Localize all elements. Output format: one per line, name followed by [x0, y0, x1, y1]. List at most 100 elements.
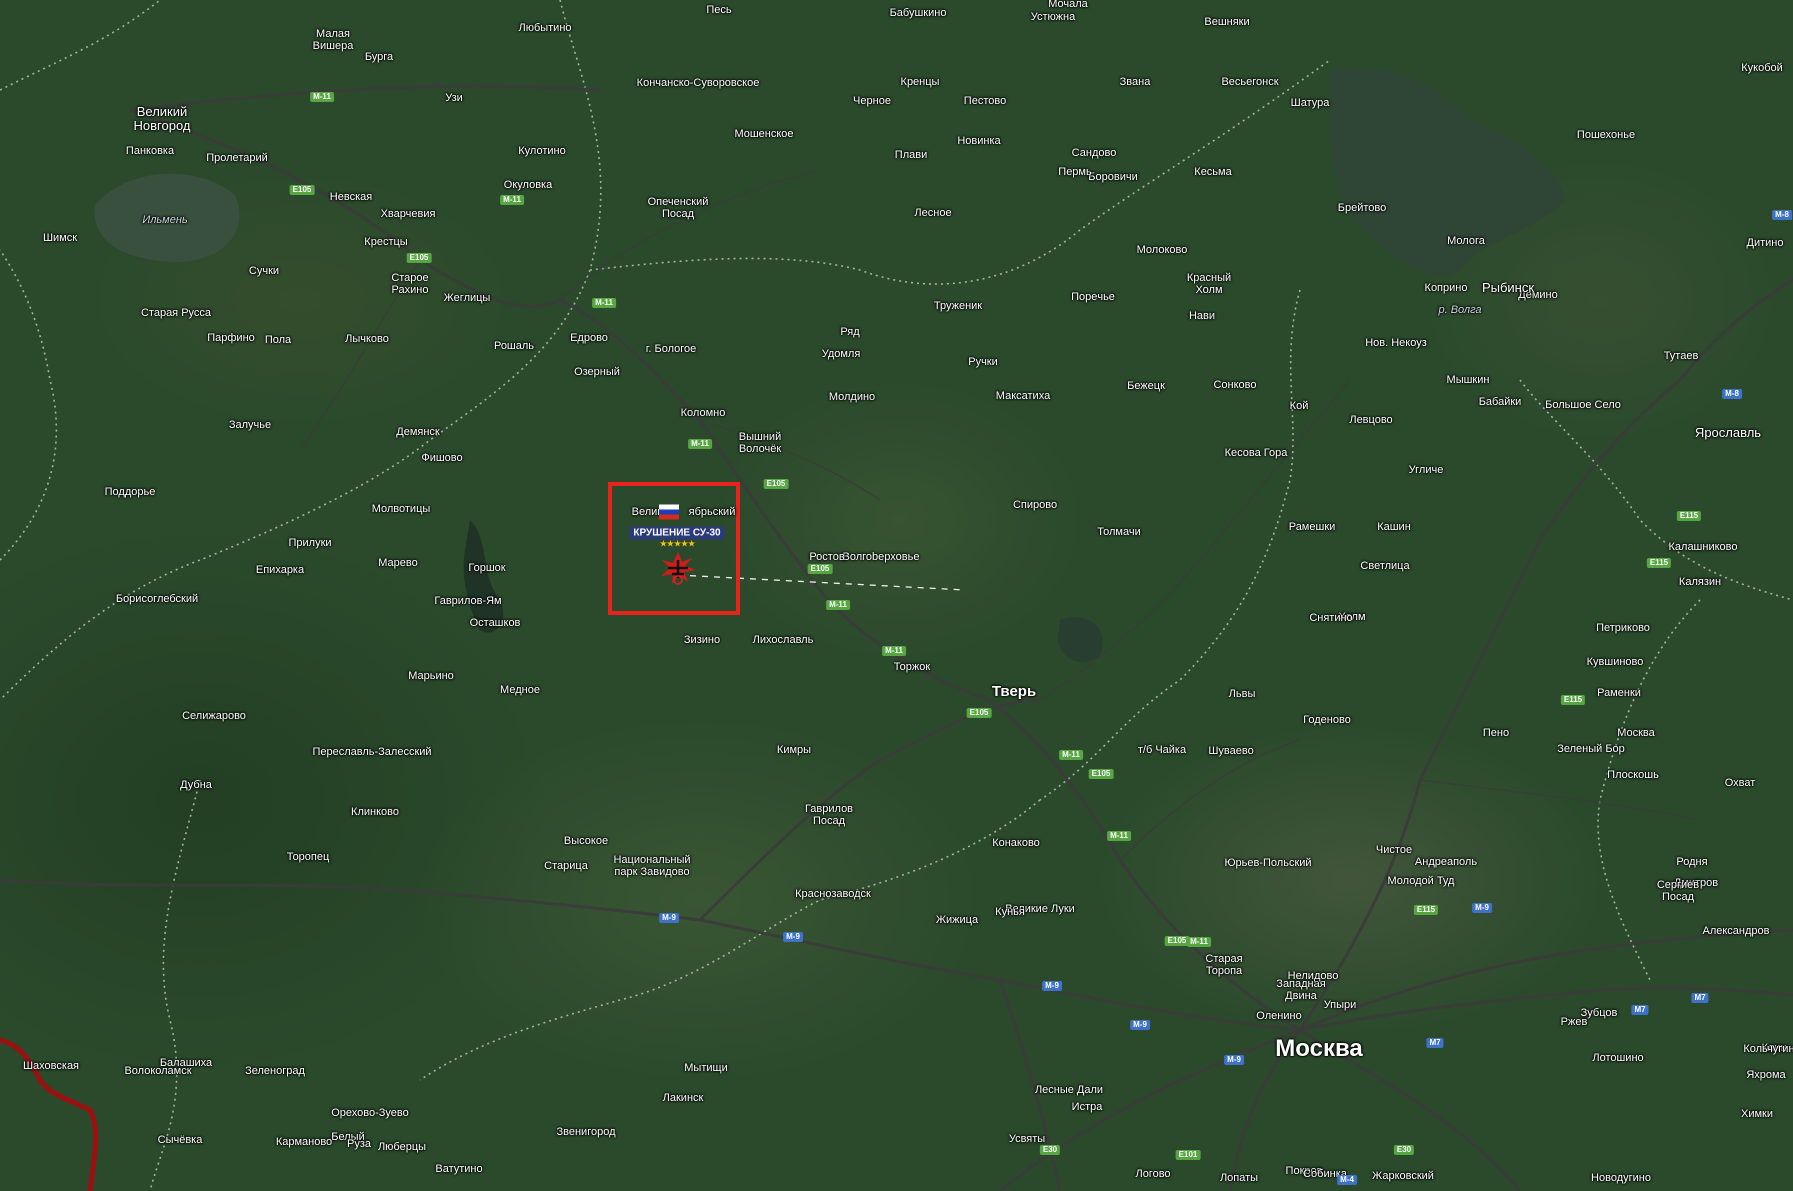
place-label: Лычково — [345, 333, 389, 345]
road-shield: M-8 — [1772, 210, 1792, 220]
place-label: Гаврилов Посад — [804, 803, 854, 827]
place-label: Марево — [378, 557, 418, 569]
place-label: Хварчевия — [380, 208, 436, 220]
place-label: Кончанско-Суворовское — [636, 77, 760, 89]
aircraft-crash-icon[interactable] — [658, 550, 698, 586]
place-label: Конаково — [992, 837, 1040, 849]
place-label: Дитино — [1746, 237, 1784, 249]
road-shield: E30 — [1393, 1145, 1415, 1155]
place-label: Усвяты — [1008, 1133, 1046, 1145]
place-label: Большое Село — [1545, 399, 1621, 411]
place-label: Кувшиново — [1586, 656, 1644, 668]
place-label: Упыри — [1323, 999, 1357, 1011]
place-label: Пестово — [963, 95, 1007, 107]
place-label: Торопец — [286, 851, 330, 863]
road-shield: E115 — [1676, 511, 1702, 521]
water-label: р. Волга — [1438, 304, 1482, 316]
place-label: Звенигород — [556, 1126, 616, 1138]
lake-near-kimry — [1058, 617, 1103, 663]
place-label: Мытищи — [684, 1062, 728, 1074]
place-label: Труженик — [933, 300, 983, 312]
incident-rating-stars: ★★★★★ — [659, 538, 695, 549]
place-label: Песь — [706, 4, 732, 16]
place-label: Кимры — [776, 744, 812, 756]
place-label: Бежецк — [1127, 380, 1165, 392]
place-label: Сучки — [248, 265, 280, 277]
place-label: Толмачи — [1097, 526, 1141, 538]
place-label: Сандово — [1071, 147, 1117, 159]
place-label: Зизино — [683, 634, 721, 646]
place-label: Бабайки — [1478, 396, 1522, 408]
place-label: Старое Рахино — [391, 272, 429, 296]
place-label: Сычёвка — [157, 1134, 203, 1146]
place-label: Жижица — [935, 914, 979, 926]
place-label: Юрьев-Польский — [1224, 857, 1312, 869]
place-label: Осташков — [469, 617, 521, 629]
road-shield: M-11 — [500, 195, 524, 205]
place-label: Раменки — [1597, 687, 1641, 699]
place-label: Молвотицы — [371, 503, 431, 515]
place-label: Брейтово — [1337, 202, 1387, 214]
road-shield: M-11 — [882, 646, 906, 656]
place-label: Порeчье — [1071, 291, 1115, 303]
incident-place-label-right: ябрьский — [688, 506, 736, 518]
place-label: Дубна — [180, 779, 212, 791]
place-label: Коломно — [680, 407, 726, 419]
place-label: Удомля — [821, 348, 861, 360]
place-label: Национальный парк Завидово — [613, 854, 691, 878]
place-label: Прилуки — [288, 537, 332, 549]
place-label: Лихославль — [752, 634, 814, 646]
place-label: Мочала — [1048, 0, 1088, 10]
road-shield: E105 — [289, 185, 315, 195]
place-label: Пошехонье — [1576, 129, 1636, 141]
place-label: Парфино — [207, 332, 255, 344]
road-shield: E105 — [1164, 936, 1190, 946]
road-shield: M-11 — [1187, 937, 1211, 947]
map-terrain — [0, 0, 1793, 1191]
satellite-map[interactable]: Малая Вишера Любытино Песь Бабушкино Мочала Ус… — [0, 0, 1793, 1191]
place-label: Крестцы — [364, 236, 408, 248]
place-label: Торжок — [893, 661, 931, 673]
place-label: Едрово — [570, 332, 608, 344]
place-label: Жеглицы — [443, 292, 491, 304]
road-shield: M-11 — [688, 439, 712, 449]
russian-flag-icon — [659, 504, 679, 520]
place-label: Звана — [1119, 76, 1151, 88]
road-shield: M-9 — [659, 913, 679, 923]
place-label: Львы — [1228, 688, 1256, 700]
place-label: Демянск — [396, 426, 440, 438]
place-label: Нелидово — [1287, 970, 1339, 982]
place-label: Молоково — [1136, 244, 1188, 256]
place-label: Окуловка — [503, 179, 553, 191]
place-label: Молдино — [828, 391, 876, 403]
road-shield: E105 — [406, 253, 432, 263]
place-label: Калашниково — [1668, 541, 1738, 553]
place-label: Поддорье — [104, 486, 156, 498]
place-label: Химки — [1740, 1108, 1774, 1120]
place-label: Зубцов — [1580, 1007, 1618, 1019]
road-shield: E105 — [807, 564, 833, 574]
place-label: Опеченский Посад — [647, 196, 709, 220]
place-label: Пермь — [1058, 166, 1092, 178]
road-shield: M7 — [1691, 993, 1709, 1003]
place-label: Молодой Туд — [1387, 875, 1455, 887]
place-label: Шатура — [1290, 97, 1330, 109]
place-label: Новинка — [957, 135, 1001, 147]
place-label: Панковка — [125, 145, 175, 157]
place-label: Кашин — [1377, 521, 1411, 533]
place-label: Устюжна — [1030, 11, 1076, 23]
city-label: Тверь — [991, 683, 1037, 700]
place-label: Горшок — [468, 562, 506, 574]
road-shield: E115 — [1560, 695, 1586, 705]
place-label: Карманово — [275, 1136, 333, 1148]
place-label: Тутаев — [1663, 350, 1699, 362]
place-label: Ряд — [840, 326, 860, 338]
road-shield: M-8 — [1722, 389, 1742, 399]
place-label: Шаховская — [22, 1060, 80, 1072]
place-label: Лакинск — [662, 1092, 704, 1104]
place-label: Переславль-Залесский — [312, 746, 432, 758]
place-label: Зеленоград — [245, 1065, 305, 1077]
road-shield: M-11 — [826, 600, 850, 610]
place-label: Пролетарий — [206, 152, 268, 164]
place-label: Логово — [1135, 1168, 1171, 1180]
